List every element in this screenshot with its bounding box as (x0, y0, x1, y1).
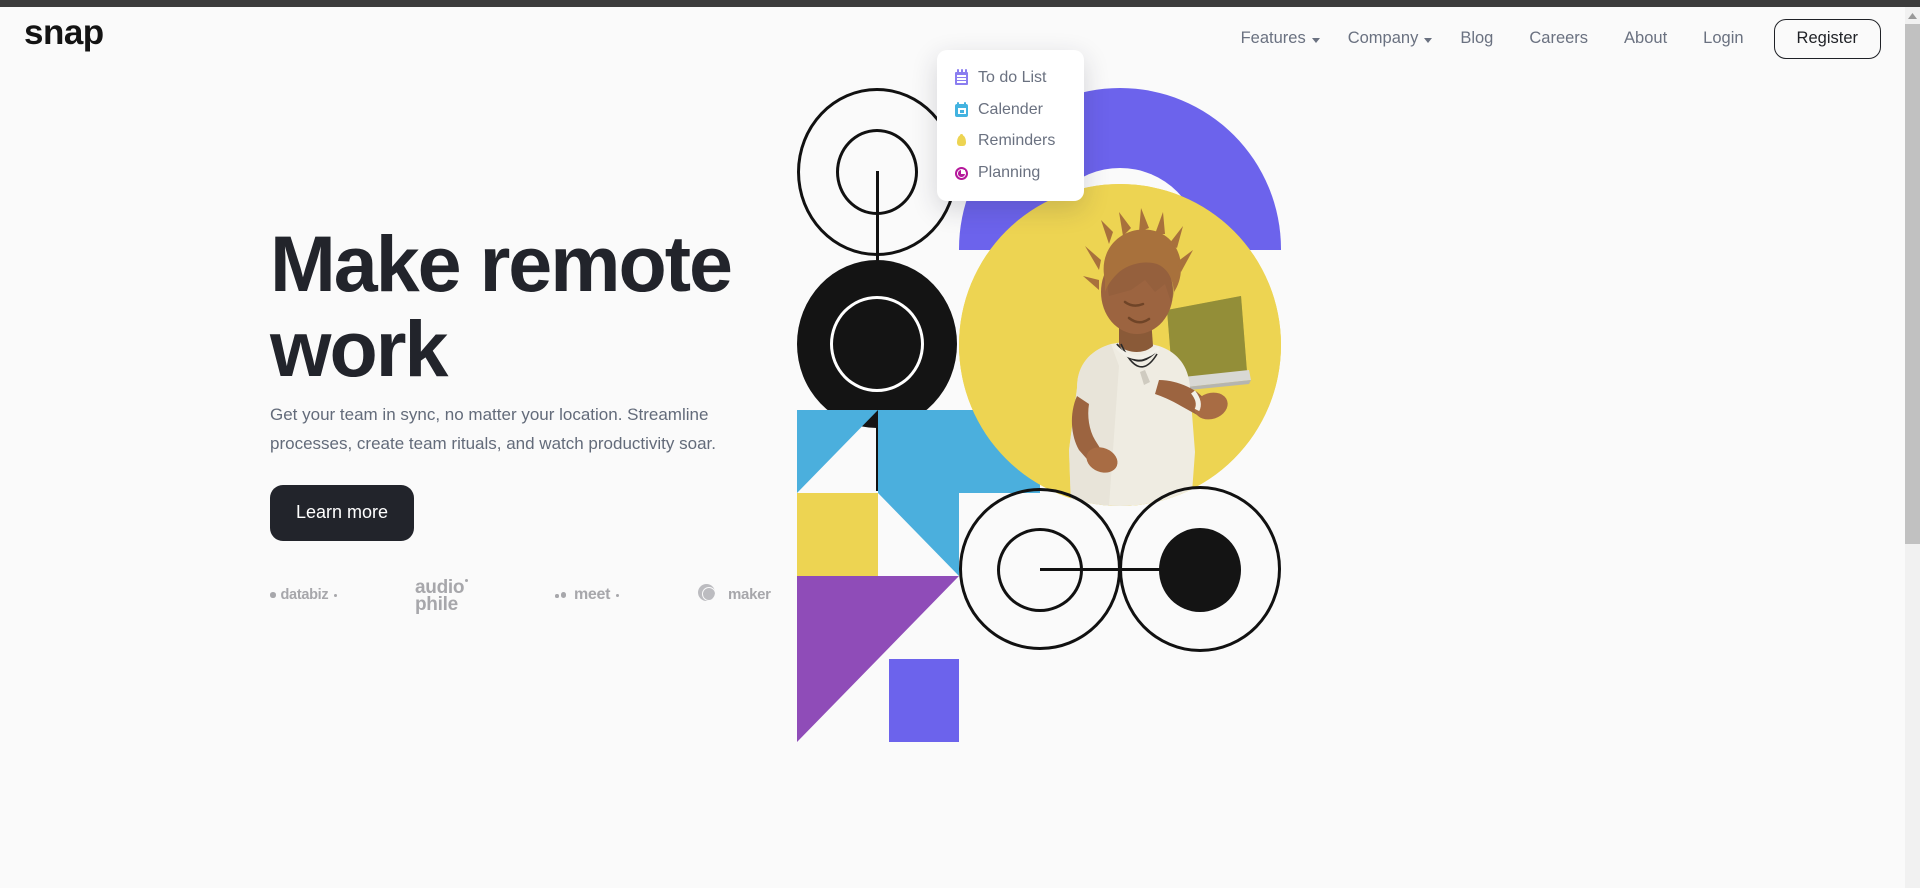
circle-glyph-icon (698, 584, 718, 604)
white-ring (830, 296, 924, 392)
client-logo-maker: maker (698, 584, 771, 604)
nav-item-blog[interactable]: Blog (1442, 19, 1511, 59)
client-logo-audiophile: audio phile (415, 578, 469, 616)
calendar-icon (954, 101, 969, 118)
dot-icon (334, 593, 338, 597)
scrollbar-thumb[interactable] (1905, 24, 1920, 544)
clock-icon (954, 164, 969, 181)
dropdown-item-to-do-list-label: To do List (978, 69, 1047, 86)
dropdown-item-planning[interactable]: Planning (937, 157, 1084, 189)
dropdown-item-planning-label: Planning (978, 163, 1041, 181)
features-dropdown-menu: To do List Calender Reminders Planning (937, 50, 1084, 202)
dot-icon (616, 593, 620, 597)
learn-more-button[interactable]: Learn more (270, 485, 415, 541)
cyan-triangle-upper-left (797, 410, 878, 493)
dropdown-item-reminders-label: Reminders (978, 132, 1056, 150)
violet-square (889, 659, 959, 742)
dot-icon (270, 592, 276, 598)
bell-icon (954, 132, 969, 149)
nav-item-features-label: Features (1240, 29, 1306, 47)
nav-item-careers[interactable]: Careers (1511, 19, 1606, 59)
client-logo-meet-label: meet (574, 586, 611, 603)
dot-icon (465, 579, 469, 582)
scroll-up-arrow-icon[interactable] (1905, 7, 1920, 24)
dots-icon (555, 592, 566, 598)
hero-photo (959, 184, 1281, 506)
browser-chrome-strip (0, 0, 1920, 7)
client-logo-databiz: databiz (270, 587, 338, 603)
client-logo-audiophile-label-2: phile (415, 594, 458, 616)
cyan-triangle-lower (878, 493, 959, 576)
client-logos: databiz audio phile meet maker (270, 578, 800, 616)
dropdown-item-calender-label: Calender (978, 100, 1043, 118)
nav-item-login[interactable]: Login (1685, 19, 1761, 59)
chevron-down-icon (1311, 37, 1320, 43)
chevron-down-icon (1424, 37, 1433, 43)
register-button[interactable]: Register (1773, 19, 1881, 59)
hero-illustration (797, 88, 1905, 888)
dropdown-item-calender[interactable]: Calender (937, 94, 1084, 126)
nav-item-features[interactable]: Features (1223, 19, 1330, 59)
nav-item-company[interactable]: Company (1330, 19, 1443, 59)
dropdown-item-to-do-list[interactable]: To do List (937, 62, 1084, 94)
todo-list-icon (954, 69, 969, 86)
scrollbar[interactable] (1905, 7, 1920, 888)
dropdown-item-reminders[interactable]: Reminders (937, 125, 1084, 157)
nav-links: Features Company Blog Careers About Logi… (1223, 19, 1881, 59)
page-title: Make remote work (270, 219, 733, 393)
client-logo-maker-label: maker (728, 585, 771, 603)
client-logo-databiz-label: databiz (280, 587, 329, 603)
nav-item-company-label: Company (1347, 29, 1419, 47)
logo[interactable]: snap (24, 15, 104, 50)
page-viewport: snap Features Company Blog Careers About… (0, 7, 1905, 888)
client-logo-meet: meet (555, 586, 620, 604)
hero-description: Get your team in sync, no matter your lo… (270, 405, 716, 454)
yellow-square (797, 493, 878, 576)
black-circle-bottom-right (1159, 528, 1241, 612)
nav-item-about[interactable]: About (1606, 19, 1685, 59)
